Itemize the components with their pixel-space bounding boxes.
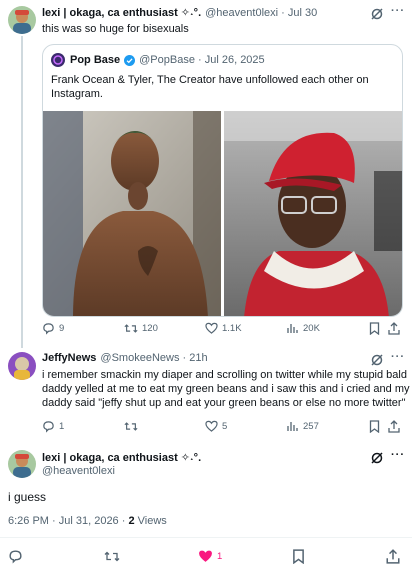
quoted-tweet[interactable]: Pop Base @PopBase · Jul 26, 2025 Frank O… [42,44,403,317]
retweet-count: 120 [142,323,158,334]
retweet-icon [124,324,138,333]
views-icon [287,422,298,431]
popbase-avatar [51,53,65,67]
like-count: 5 [222,420,228,432]
timestamp-line: 6:26 PM · Jul 31, 2026 · 2 Views [8,515,167,527]
tweet2-actions: 1 5 257 [42,420,403,436]
main-tweet-actions: 1 [8,549,404,565]
retweet-icon [124,422,138,431]
views-count: 257 [303,420,319,432]
views-button[interactable]: 20K [287,322,320,334]
divider [0,537,412,538]
views-count: 20K [303,322,320,334]
avatar-lexi-main[interactable] [8,450,36,478]
thread-connector [21,36,23,348]
heart-icon [205,420,218,432]
quote-header: Pop Base @PopBase · Jul 26, 2025 [70,54,265,66]
like-count: 1.1K [222,322,242,334]
retweet-button[interactable]: 120 [124,322,158,335]
share-icon[interactable] [386,549,400,564]
quote-display-name: Pop Base [70,54,121,66]
tweet-text: this was so huge for bisexuals [42,23,189,35]
tweet1-header: lexi | okaga, ca enthusiast ✧˖°. @heaven… [42,6,317,20]
avatar-image [8,352,36,380]
photo-frank-ocean[interactable] [43,111,221,316]
tweet-text-line1: i remember smackin my diaper and scrolli… [42,369,407,381]
bookmark-icon[interactable] [292,549,305,564]
like-button[interactable]: 5 [205,420,227,432]
reply-count: 9 [59,323,65,334]
more-options-icon[interactable]: ··· [391,449,405,461]
more-options-icon[interactable]: ··· [391,5,405,17]
views-button[interactable]: 257 [287,420,319,432]
reply-button[interactable]: 9 [42,322,64,335]
avatar-image [8,450,36,478]
handle[interactable]: @heavent0lexi [42,465,115,477]
retweet-button[interactable] [104,549,120,564]
display-name[interactable]: JeffyNews [42,352,96,364]
tweet2-header: JeffyNews @SmokeeNews · 21h [42,352,208,364]
retweet-icon [104,551,120,562]
avatar-lexi[interactable] [8,6,36,34]
bookmark-icon[interactable] [369,420,380,433]
retweet-button[interactable] [124,420,142,433]
share-icon[interactable] [388,420,400,433]
avatar-image [8,6,36,34]
like-count: 1 [217,550,223,562]
grok-icon[interactable] [370,451,384,465]
quote-handle-date: @PopBase · Jul 26, 2025 [139,54,265,66]
share-icon[interactable] [388,322,400,335]
like-button[interactable]: 1 [198,549,222,563]
display-name[interactable]: lexi | okaga, ca enthusiast ✧˖°. [42,6,201,19]
avatar-jeffy[interactable] [8,352,36,380]
quote-text-line2: Instagram. [51,88,103,100]
bookmark-icon[interactable] [369,322,380,335]
more-options-icon[interactable]: ··· [391,351,405,363]
handle-date[interactable]: @SmokeeNews · 21h [100,352,207,364]
handle-date[interactable]: @heavent0lexi · Jul 30 [205,7,317,19]
tweet1-actions: 9 120 1.1K 20K [42,322,403,338]
grok-icon[interactable] [370,7,384,21]
heart-icon [205,322,218,334]
tweet-text-line2: daddy yelled at me to eat my green beans… [42,383,410,395]
reply-icon [9,550,22,564]
main-tweet-text: i guess [8,490,47,504]
reply-button[interactable] [8,549,23,564]
display-name[interactable]: lexi | okaga, ca enthusiast ✧˖°. [42,451,201,464]
heart-filled-icon [199,550,212,562]
quote-text-line1: Frank Ocean & Tyler, The Creator have un… [51,74,369,86]
reply-button[interactable]: 1 [42,420,64,433]
tweet-text-line3: daddy said "jeffy shut up and eat your g… [42,397,406,409]
views-label: Views [134,515,167,527]
timestamp[interactable]: 6:26 PM · Jul 31, 2026 · [8,515,128,527]
like-button[interactable]: 1.1K [205,322,242,334]
reply-count: 1 [59,421,65,432]
grok-icon[interactable] [370,353,384,367]
views-icon [287,324,298,333]
photo-tyler-the-creator[interactable] [224,111,402,316]
reply-icon [43,421,54,433]
verified-icon [124,54,136,66]
reply-icon [43,323,54,335]
